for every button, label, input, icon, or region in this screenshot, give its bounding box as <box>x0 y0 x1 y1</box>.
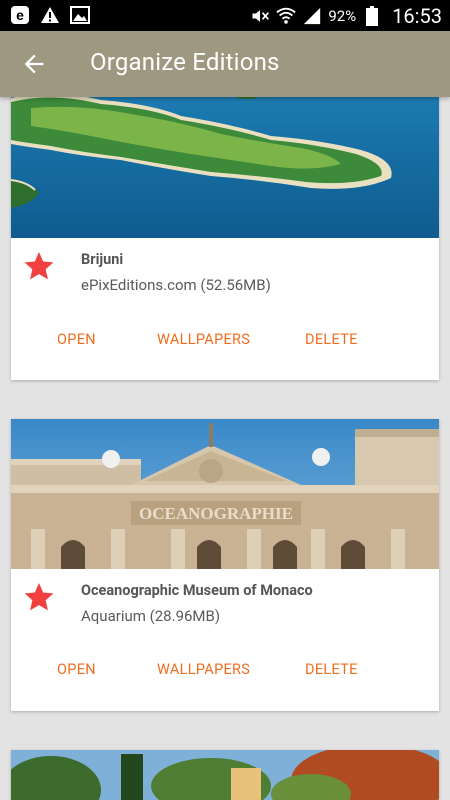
delete-button[interactable]: DELETE <box>305 661 358 678</box>
star-icon[interactable] <box>23 250 55 282</box>
status-bar-left: e <box>10 5 90 25</box>
status-bar-right: 92% 16:53 <box>250 0 442 31</box>
wallpapers-button[interactable]: WALLPAPERS <box>157 331 250 348</box>
status-bar: e 92% 16:53 <box>0 0 450 31</box>
edition-card-body: Brijuni ePixEditions.com (52.56MB) OPEN … <box>11 238 439 380</box>
edition-image[interactable] <box>11 750 439 800</box>
edition-image[interactable]: OCEANOGRAPHIE <box>11 419 439 569</box>
signal-icon <box>302 6 322 26</box>
edition-image[interactable] <box>11 80 439 238</box>
wifi-icon <box>276 6 296 26</box>
app-bar: Organize Editions <box>0 31 450 97</box>
delete-button[interactable]: DELETE <box>305 331 358 348</box>
mute-icon <box>250 6 270 26</box>
edition-card: Brijuni ePixEditions.com (52.56MB) OPEN … <box>11 80 439 380</box>
image-icon <box>70 5 90 25</box>
open-button[interactable]: OPEN <box>57 661 96 678</box>
edge-browser-icon: e <box>10 5 30 25</box>
edition-card: OCEANOGRAPHIE Oceanographic Museum of Mo… <box>11 419 439 711</box>
star-icon[interactable] <box>23 581 55 613</box>
clock: 16:53 <box>392 3 442 28</box>
battery-icon <box>362 5 382 26</box>
battery-percentage: 92% <box>328 6 357 25</box>
edition-subtitle: Aquarium (28.96MB) <box>81 607 221 625</box>
arrow-back-icon <box>24 54 44 74</box>
svg-text:e: e <box>16 7 24 23</box>
wallpapers-button[interactable]: WALLPAPERS <box>157 661 250 678</box>
warning-icon <box>40 5 60 25</box>
edition-card <box>11 750 439 800</box>
edition-subtitle: ePixEditions.com (52.56MB) <box>81 276 271 294</box>
edition-title: Brijuni <box>81 251 124 268</box>
edition-title: Oceanographic Museum of Monaco <box>81 582 313 599</box>
page-title: Organize Editions <box>90 48 280 76</box>
open-button[interactable]: OPEN <box>57 331 96 348</box>
edition-card-body: Oceanographic Museum of Monaco Aquarium … <box>11 569 439 711</box>
building-inscription: OCEANOGRAPHIE <box>139 504 293 523</box>
back-button[interactable] <box>20 50 48 78</box>
